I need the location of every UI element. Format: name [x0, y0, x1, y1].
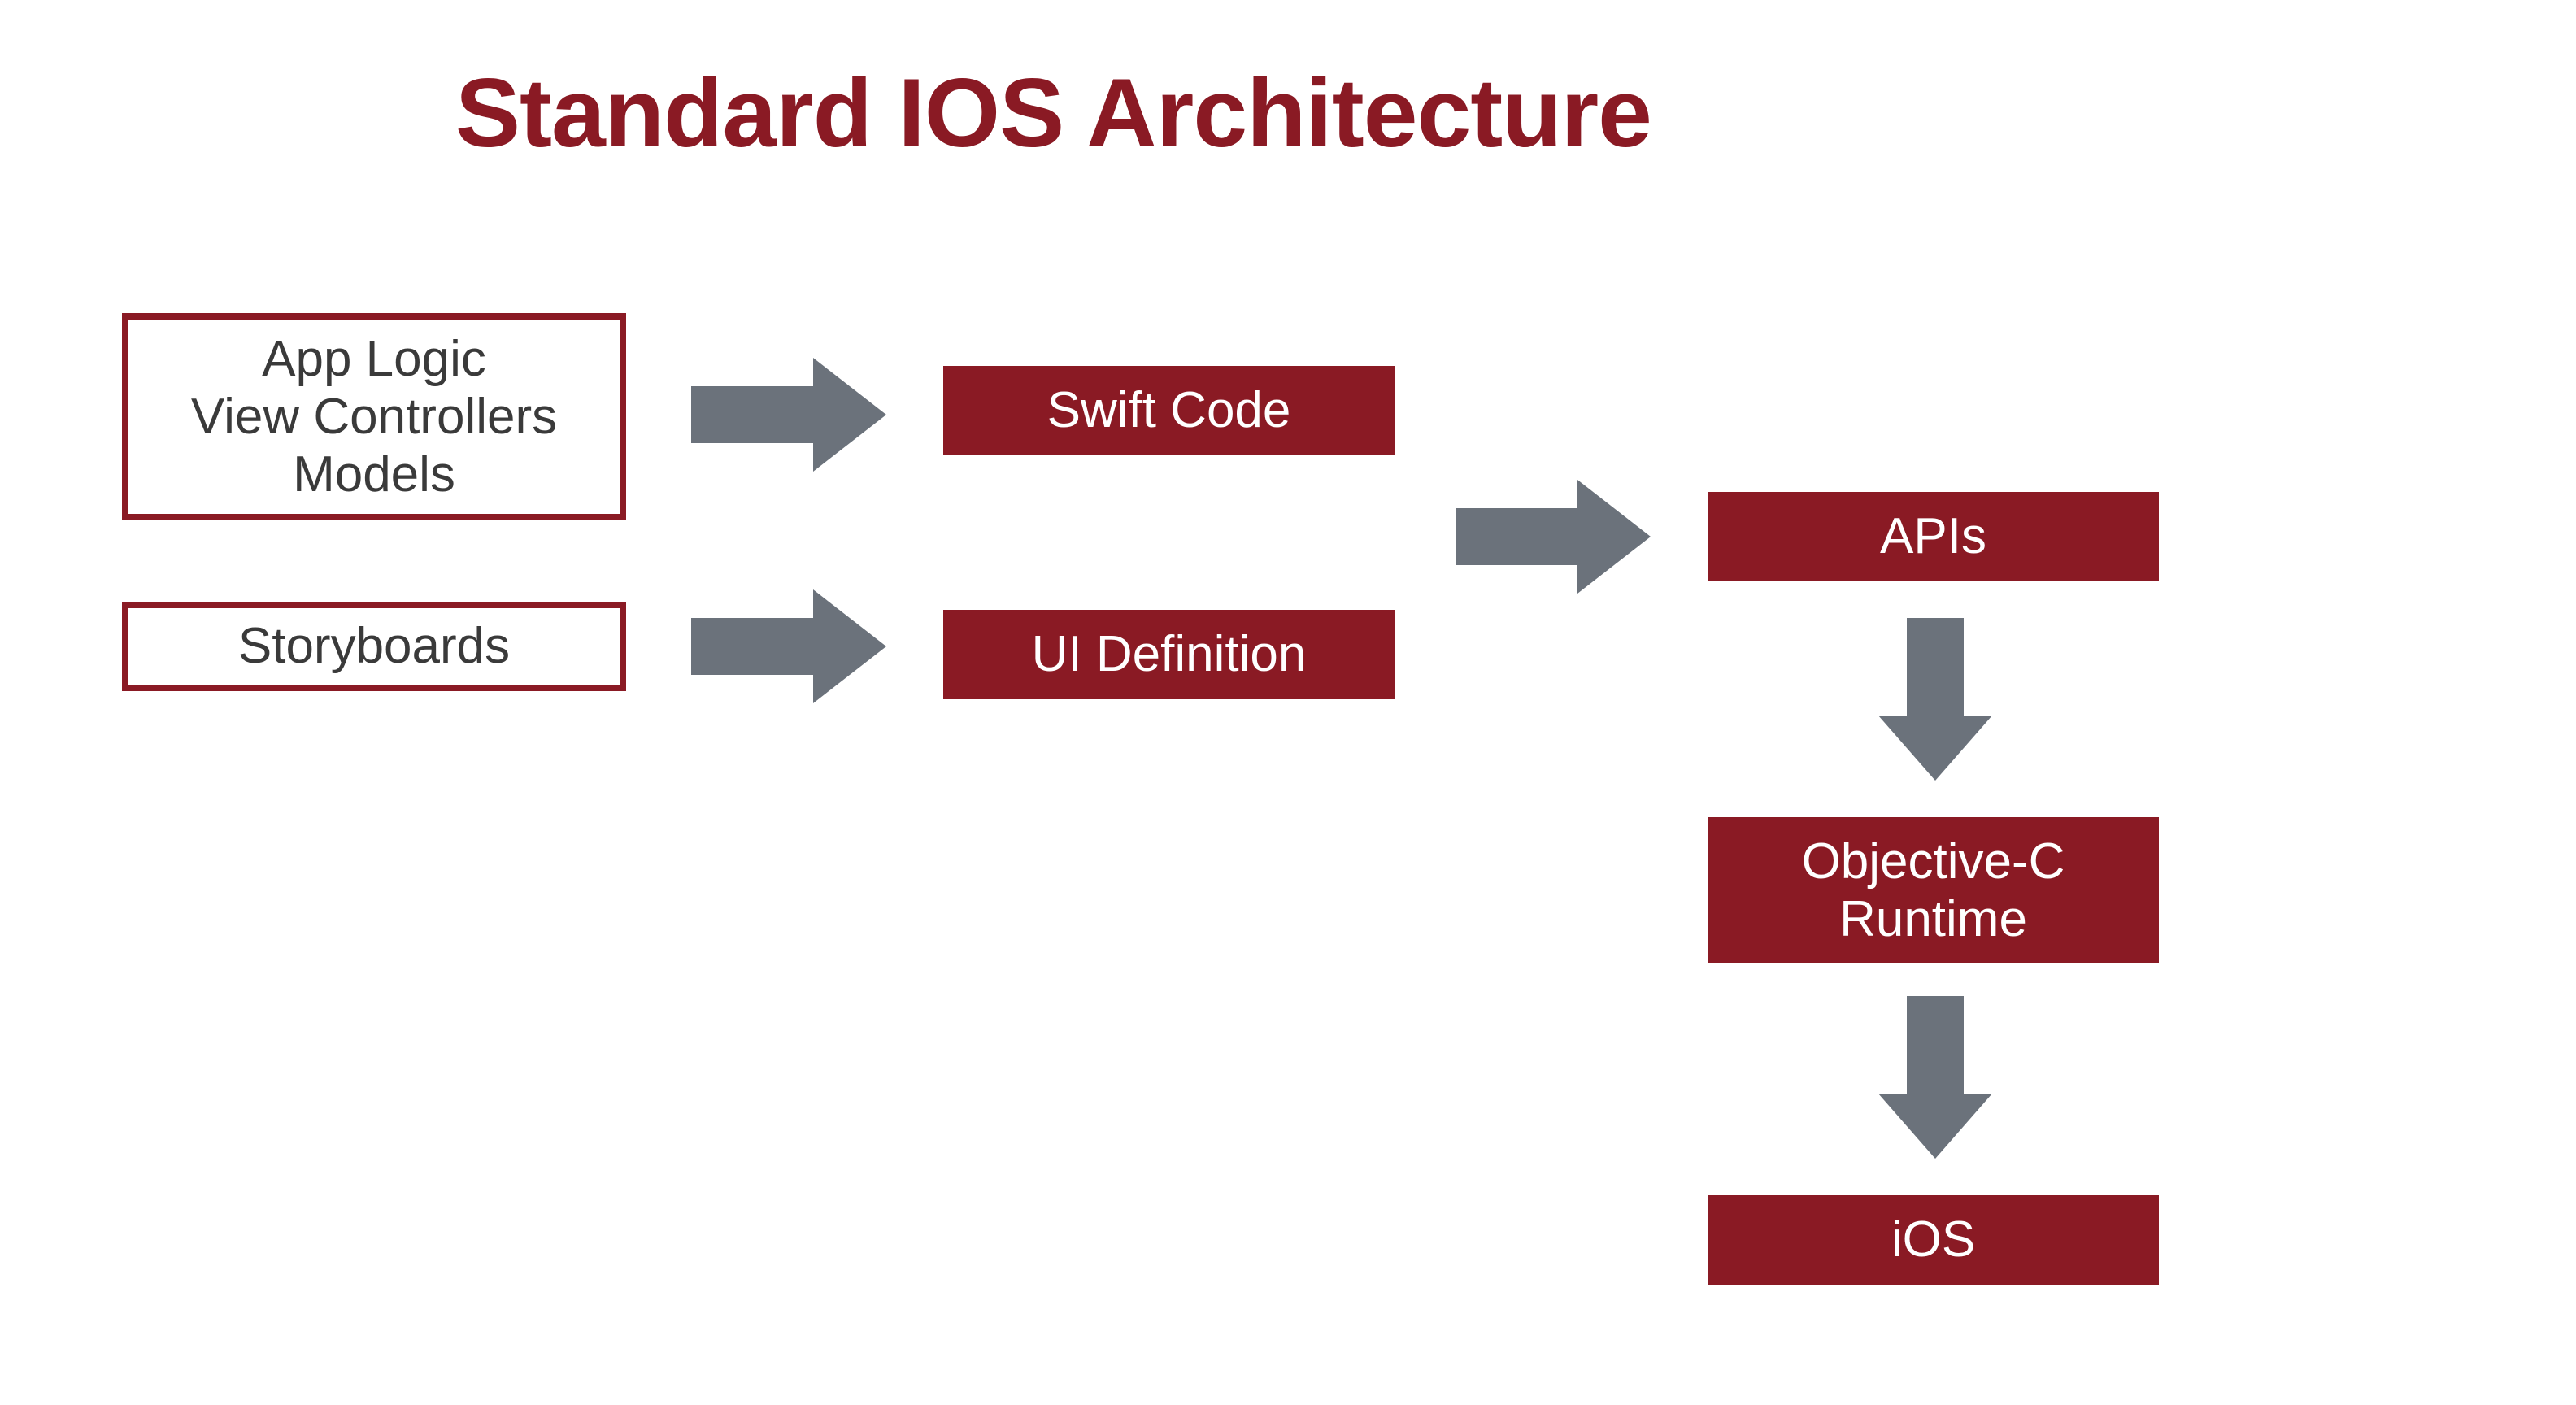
box-objc-line2: Runtime	[1839, 890, 2027, 948]
diagram-title: Standard IOS Architecture	[455, 57, 1651, 169]
arrow-middle-to-apis	[1439, 472, 1667, 602]
arrow-apis-to-objc	[1870, 610, 2000, 789]
box-objc-runtime: Objective-C Runtime	[1708, 817, 2159, 963]
box-apis-label: APIs	[1880, 507, 1986, 565]
box-swift-code: Swift Code	[943, 366, 1395, 455]
box-apis: APIs	[1708, 492, 2159, 581]
arrow-applogic-to-swift	[675, 350, 903, 480]
box-app-logic-line3: Models	[293, 446, 455, 503]
arrow-storyboards-to-uidef	[675, 581, 903, 711]
box-objc-line1: Objective-C	[1802, 833, 2065, 890]
box-storyboards-label: Storyboards	[238, 617, 510, 675]
box-ui-definition-label: UI Definition	[1032, 625, 1307, 683]
box-app-logic: App Logic View Controllers Models	[122, 313, 626, 520]
box-storyboards: Storyboards	[122, 602, 626, 691]
box-ui-definition: UI Definition	[943, 610, 1395, 699]
arrow-objc-to-ios	[1870, 988, 2000, 1167]
box-ios: iOS	[1708, 1195, 2159, 1285]
box-ios-label: iOS	[1891, 1211, 1975, 1268]
box-app-logic-line1: App Logic	[262, 330, 486, 388]
box-swift-code-label: Swift Code	[1047, 381, 1291, 439]
box-app-logic-line2: View Controllers	[191, 388, 557, 446]
